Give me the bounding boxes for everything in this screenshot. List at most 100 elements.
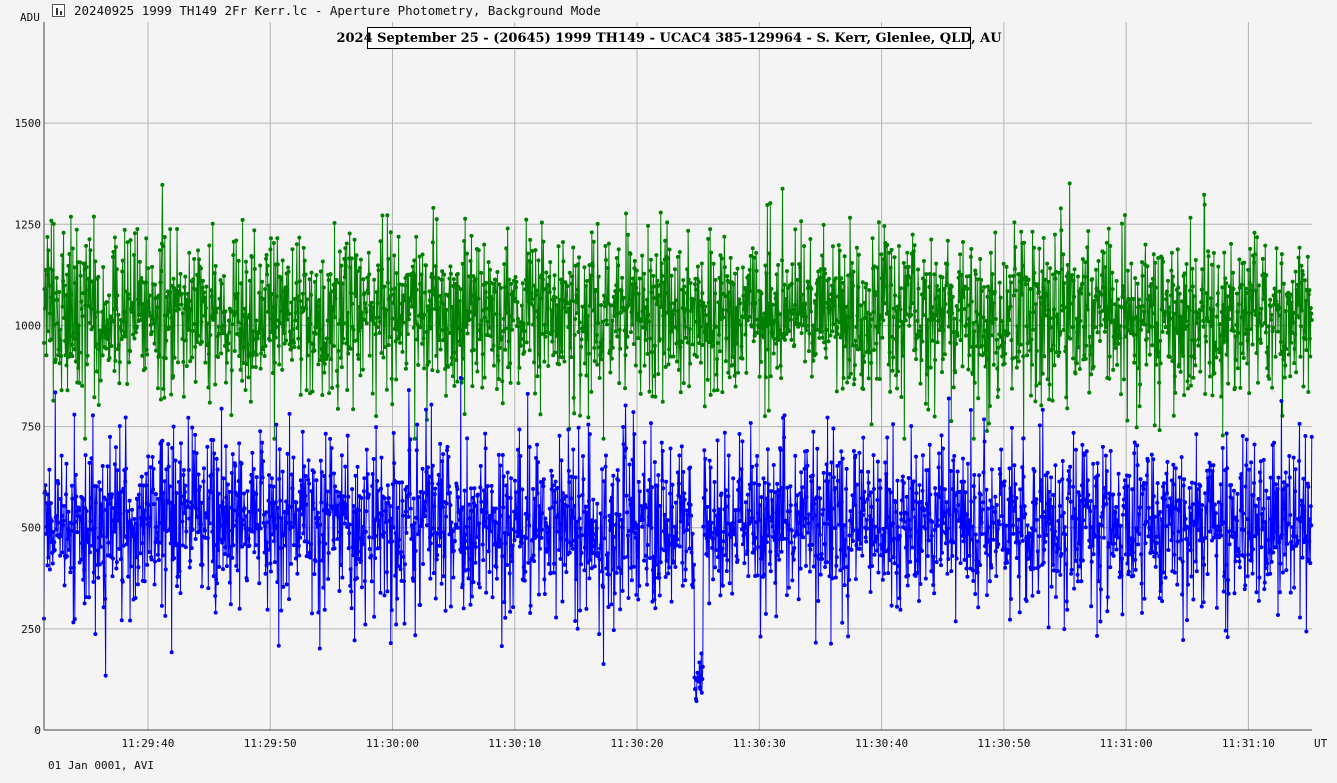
data-point (1187, 505, 1192, 510)
data-point (1212, 371, 1217, 376)
data-point (238, 327, 243, 332)
data-point (1050, 504, 1055, 509)
data-point (586, 422, 591, 427)
data-point (1210, 307, 1215, 312)
data-point (513, 296, 518, 301)
data-point (1052, 232, 1057, 237)
data-point (512, 538, 517, 543)
data-point (429, 532, 434, 537)
data-point (524, 217, 529, 222)
light-curve-plot[interactable]: 0250500750100012501500 11:29:40 11:29:50 1… (0, 0, 1337, 783)
data-point (962, 306, 967, 311)
data-point (468, 486, 473, 491)
x-tick-label: 11:30:40 (855, 737, 908, 750)
data-point (1179, 317, 1184, 322)
data-point (390, 539, 395, 544)
data-point (806, 521, 811, 526)
data-point (451, 575, 456, 580)
data-point (164, 338, 169, 343)
data-point (584, 606, 589, 611)
data-point (1196, 343, 1201, 348)
data-point (1046, 625, 1051, 630)
data-point (166, 464, 171, 469)
data-point (357, 266, 362, 271)
data-point (1103, 453, 1108, 458)
data-point (415, 516, 420, 521)
data-point (831, 297, 836, 302)
data-point (856, 252, 861, 257)
data-point (511, 527, 516, 532)
data-point (588, 277, 593, 282)
data-point (134, 555, 139, 560)
data-point (189, 307, 194, 312)
data-point (1006, 497, 1011, 502)
data-point (582, 568, 587, 573)
data-point (229, 471, 234, 476)
data-point (359, 325, 364, 330)
data-point (225, 512, 230, 517)
data-point (590, 263, 595, 268)
data-point (53, 357, 58, 362)
data-point (294, 242, 299, 247)
data-point (337, 280, 342, 285)
data-point (379, 455, 384, 460)
data-point (955, 333, 960, 338)
data-point (1059, 228, 1064, 233)
data-point (610, 482, 615, 487)
data-point (1201, 318, 1206, 323)
data-point (1294, 287, 1299, 292)
data-point (1070, 516, 1075, 521)
data-point (715, 532, 720, 537)
data-point (243, 387, 248, 392)
data-point (923, 401, 928, 406)
data-point (692, 562, 697, 567)
data-point (1146, 329, 1151, 334)
data-point (353, 473, 358, 478)
data-point (554, 333, 559, 338)
data-point (358, 257, 363, 262)
data-point (242, 506, 247, 511)
data-point (306, 334, 311, 339)
data-point (73, 472, 78, 477)
data-point (440, 459, 445, 464)
data-point (742, 315, 747, 320)
data-point (446, 484, 451, 489)
data-point (870, 563, 875, 568)
data-point (301, 523, 306, 528)
data-point (703, 304, 708, 309)
data-point (998, 295, 1003, 300)
data-point (1127, 305, 1132, 310)
data-point (292, 521, 297, 526)
data-point (556, 244, 561, 249)
data-point (1180, 559, 1185, 564)
data-point (584, 278, 589, 283)
data-point (539, 535, 544, 540)
data-point (304, 502, 309, 507)
data-point (896, 324, 901, 329)
data-point (1033, 302, 1038, 307)
data-point (961, 295, 966, 300)
data-point (197, 529, 202, 534)
data-point (733, 271, 738, 276)
data-point (747, 314, 752, 319)
data-point (661, 313, 666, 318)
data-point (553, 350, 558, 355)
data-point (284, 338, 289, 343)
data-point (470, 293, 475, 298)
data-point (869, 360, 874, 365)
data-point (502, 285, 507, 290)
data-point (711, 261, 716, 266)
data-point (572, 332, 577, 337)
data-point (737, 301, 742, 306)
data-point (584, 510, 589, 515)
data-point (263, 344, 268, 349)
data-point (1244, 327, 1249, 332)
data-point (490, 297, 495, 302)
data-point (1073, 558, 1078, 563)
data-point (166, 325, 171, 330)
data-point (1213, 340, 1218, 345)
data-point (321, 285, 326, 290)
plot-area[interactable] (44, 22, 1312, 730)
data-point (714, 324, 719, 329)
data-point (642, 363, 647, 368)
